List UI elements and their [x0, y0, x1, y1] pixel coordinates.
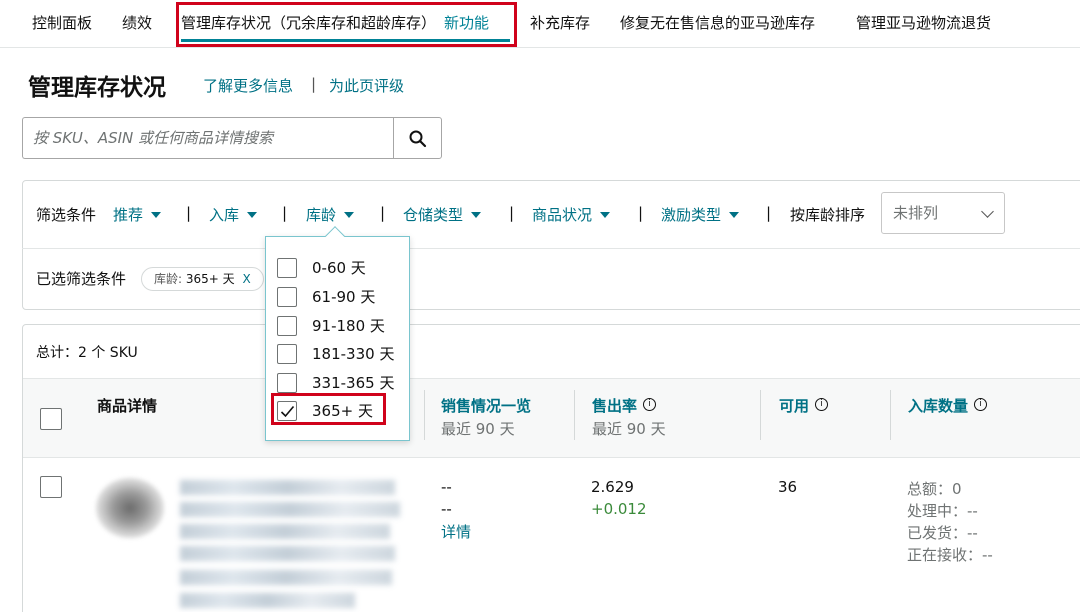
filter-divider: |: [638, 204, 644, 222]
age-option-label: 91-180 天: [312, 317, 385, 335]
tab-dashboard[interactable]: 控制面板: [32, 12, 92, 33]
search-input[interactable]: 按 SKU、ASIN 或任何商品详情搜索: [22, 117, 394, 159]
inbound-processing: 处理中：--: [907, 502, 978, 520]
select-all-checkbox[interactable]: [40, 408, 62, 430]
product-description-blurred: [180, 593, 355, 608]
details-link[interactable]: 详情: [441, 521, 471, 542]
table-header-row: [23, 378, 1080, 458]
info-icon[interactable]: i: [815, 398, 829, 411]
search-button[interactable]: [393, 117, 442, 159]
product-description-blurred: [180, 524, 390, 539]
top-navigation: 控制面板 绩效 管理库存状况（冗余库存和超龄库存） 新功能 补充库存 修复无在售信…: [0, 0, 1080, 48]
rate-page-link[interactable]: 为此页评级: [329, 75, 404, 96]
column-sell-through-label: 售出率: [592, 397, 638, 415]
age-option-checkbox[interactable]: [277, 258, 297, 278]
age-option-label: 0-60 天: [312, 259, 366, 277]
filter-inventory-age[interactable]: 库龄: [306, 204, 355, 225]
filter-divider: |: [766, 204, 772, 222]
product-image: [96, 478, 164, 538]
sort-select[interactable]: 未排列: [881, 192, 1005, 234]
filter-chip-value: 365+ 天: [185, 272, 235, 286]
column-separator: [574, 390, 575, 440]
inventory-table: [22, 324, 1080, 612]
page-title: 管理库存状况: [28, 75, 166, 101]
filter-inventory-age-label: 库龄: [306, 206, 337, 224]
column-inbound[interactable]: 入库数量 i: [908, 395, 988, 416]
age-option-checkbox[interactable]: [277, 373, 297, 393]
column-sales-overview[interactable]: 销售情况一览: [441, 395, 531, 416]
caret-down-icon: [471, 211, 482, 218]
filter-chip-inventory-age: 库龄: 365+ 天 X: [141, 267, 264, 291]
search-icon: [409, 130, 427, 148]
age-option-label: 61-90 天: [312, 288, 376, 306]
sales-value: --: [441, 500, 452, 518]
filter-incentive-type[interactable]: 激励类型: [661, 204, 740, 225]
filter-divider: |: [186, 204, 192, 222]
inbound-total: 总额：0: [907, 480, 962, 498]
column-available-label: 可用: [779, 397, 810, 415]
filter-incentive-type-label: 激励类型: [661, 206, 722, 224]
info-icon[interactable]: i: [974, 398, 988, 411]
filter-inbound-label: 入库: [209, 206, 240, 224]
filter-recommendation-label: 推荐: [113, 206, 144, 224]
age-option-label: 331-365 天: [312, 374, 395, 392]
filter-chip-key: 库龄:: [154, 272, 183, 286]
product-description-blurred: [180, 570, 392, 585]
filter-inbound[interactable]: 入库: [209, 204, 258, 225]
caret-down-icon: [344, 211, 355, 218]
age-option-checkbox[interactable]: [277, 344, 297, 364]
total-sku-count: 总计：2 个 SKU: [36, 345, 138, 361]
age-option-checkbox[interactable]: [277, 316, 297, 336]
caret-down-icon: [247, 211, 258, 218]
sort-select-value: 未排列: [893, 204, 939, 222]
inbound-shipped: 已发货：--: [907, 524, 978, 542]
column-available[interactable]: 可用 i: [779, 395, 829, 416]
filter-label: 筛选条件: [36, 206, 97, 224]
selected-filters-label: 已选筛选条件: [36, 270, 127, 288]
column-separator: [890, 390, 891, 440]
info-icon[interactable]: i: [643, 398, 657, 411]
filter-divider: |: [282, 204, 288, 222]
sell-through-value: 2.629: [591, 478, 634, 496]
sell-through-delta: +0.012: [591, 500, 647, 518]
filter-storage-type[interactable]: 仓储类型: [403, 204, 482, 225]
remove-filter-button[interactable]: X: [242, 272, 250, 286]
column-sell-through[interactable]: 售出率 i: [592, 395, 657, 416]
inbound-receiving: 正在接收：--: [907, 546, 993, 564]
filter-divider: |: [509, 204, 515, 222]
available-value: 36: [778, 478, 798, 496]
tab-performance[interactable]: 绩效: [122, 12, 152, 33]
column-separator: [424, 390, 425, 440]
caret-down-icon: [729, 211, 740, 218]
age-option-checkbox[interactable]: [277, 287, 297, 307]
filter-recommendation[interactable]: 推荐: [113, 204, 162, 225]
column-product-details[interactable]: 商品详情: [97, 395, 157, 416]
filter-condition-label: 商品状况: [532, 206, 593, 224]
column-separator: [760, 390, 761, 440]
highlight-box-365-option: [271, 393, 386, 425]
chevron-down-icon: [981, 205, 994, 218]
filter-divider: |: [380, 204, 386, 222]
product-description-blurred: [180, 546, 395, 561]
sales-value: --: [441, 478, 452, 496]
filter-condition[interactable]: 商品状况: [532, 204, 611, 225]
title-separator: |: [311, 75, 317, 93]
sort-by-age-label: 按库龄排序: [790, 206, 866, 224]
product-description-blurred: [180, 502, 400, 517]
tab-restock-inventory[interactable]: 补充库存: [530, 12, 590, 33]
row-checkbox[interactable]: [40, 476, 62, 498]
product-description-blurred: [180, 480, 395, 495]
caret-down-icon: [151, 211, 162, 218]
highlight-box-active-tab: [176, 2, 517, 47]
filter-storage-type-label: 仓储类型: [403, 206, 464, 224]
column-sales-subtitle: 最近 90 天: [441, 420, 515, 438]
tab-manage-fba-returns[interactable]: 管理亚马逊物流退货: [856, 12, 991, 33]
caret-down-icon: [600, 211, 611, 218]
column-sell-through-subtitle: 最近 90 天: [592, 420, 666, 438]
age-option-label: 181-330 天: [312, 345, 395, 363]
column-inbound-label: 入库数量: [908, 397, 969, 415]
learn-more-link[interactable]: 了解更多信息: [203, 75, 293, 96]
filter-divider-line: [22, 248, 1080, 249]
tab-fix-stranded-inventory[interactable]: 修复无在售信息的亚马逊库存: [620, 12, 815, 33]
